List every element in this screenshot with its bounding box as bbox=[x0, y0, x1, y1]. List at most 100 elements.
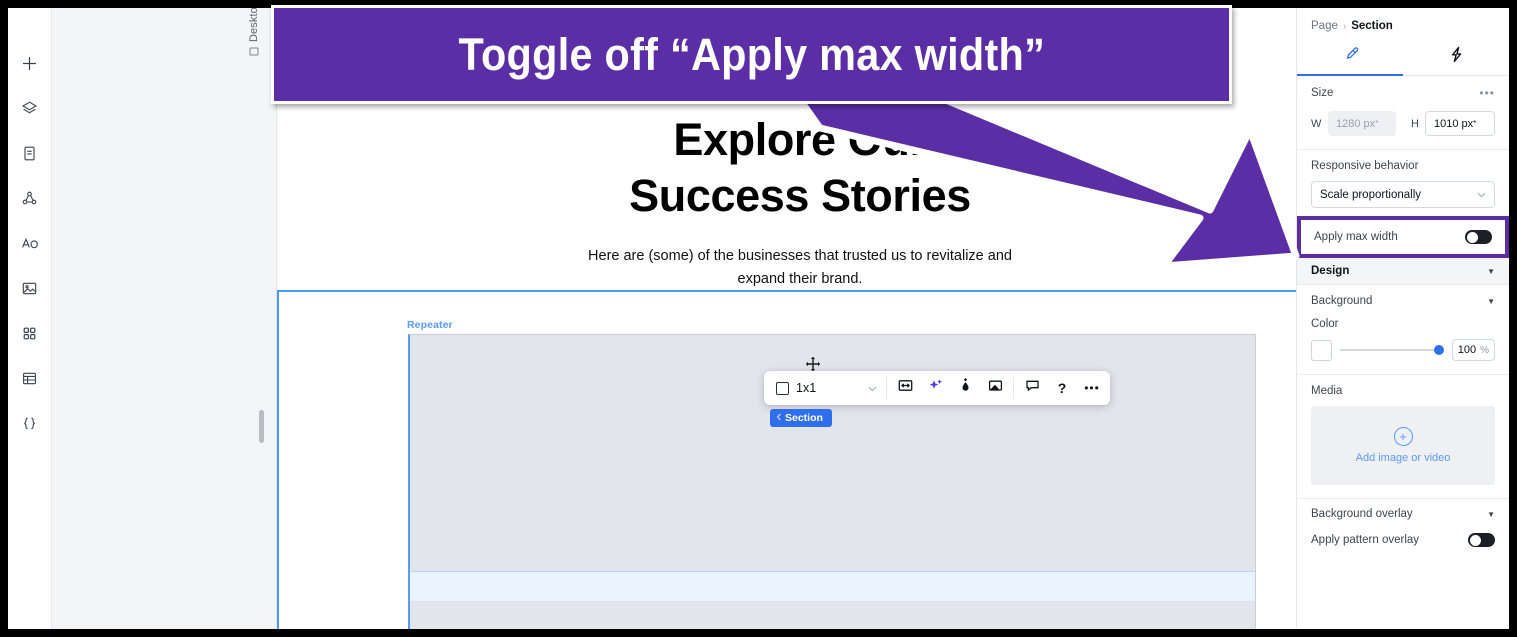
media-button[interactable] bbox=[15, 273, 45, 303]
apply-max-width-toggle[interactable] bbox=[1465, 230, 1492, 244]
help-button[interactable]: ? bbox=[1048, 374, 1076, 402]
paintbrush-icon bbox=[1341, 45, 1360, 69]
chevron-down-icon: ▼ bbox=[1487, 296, 1495, 306]
heading-line-2: Success Stories bbox=[629, 170, 971, 222]
layers-button[interactable] bbox=[15, 93, 45, 123]
section-breadcrumb-badge[interactable]: Section bbox=[770, 409, 832, 427]
color-controls-row: 100 % bbox=[1311, 339, 1495, 361]
add-elements-button[interactable] bbox=[15, 48, 45, 78]
color-label: Color bbox=[1311, 318, 1339, 330]
toolbar-actions-group bbox=[887, 374, 1013, 402]
panel-tabs bbox=[1297, 40, 1509, 76]
heading-line-1: Explore Our bbox=[673, 114, 927, 165]
design-section-header[interactable]: Design ▼ bbox=[1297, 258, 1509, 285]
tab-interactions[interactable] bbox=[1403, 40, 1509, 76]
breadcrumb-current: Section bbox=[1351, 20, 1393, 32]
comment-icon bbox=[1024, 377, 1041, 399]
element-floating-toolbar: 1x1 ? ••• bbox=[764, 371, 1110, 405]
slider-track bbox=[1340, 349, 1444, 351]
question-icon: ? bbox=[1057, 380, 1067, 396]
pattern-overlay-label: Apply pattern overlay bbox=[1311, 534, 1420, 546]
background-title: Background bbox=[1311, 295, 1373, 307]
stretch-width-button[interactable] bbox=[891, 374, 919, 402]
text-shapes-button[interactable] bbox=[15, 228, 45, 258]
background-header[interactable]: Background ▼ bbox=[1311, 295, 1495, 307]
opacity-input[interactable]: 100 % bbox=[1451, 339, 1495, 361]
ellipsis-icon: ••• bbox=[1084, 381, 1100, 395]
move-handle-icon[interactable] bbox=[805, 356, 821, 372]
slider-knob[interactable] bbox=[1433, 345, 1444, 355]
chevron-down-icon bbox=[1477, 190, 1486, 200]
toggle-knob bbox=[1469, 534, 1481, 546]
plus-icon bbox=[21, 55, 38, 72]
comment-button[interactable] bbox=[1018, 374, 1046, 402]
opacity-slider[interactable] bbox=[1340, 343, 1444, 357]
chevron-left-icon bbox=[776, 412, 782, 424]
code-braces-icon bbox=[21, 415, 38, 432]
pattern-overlay-row[interactable]: Apply pattern overlay bbox=[1297, 529, 1509, 556]
breadcrumb-parent[interactable]: Page bbox=[1311, 20, 1338, 32]
add-media-dropzone[interactable]: + Add image or video bbox=[1311, 406, 1495, 485]
pattern-overlay-toggle[interactable] bbox=[1468, 533, 1495, 547]
tables-button[interactable] bbox=[15, 363, 45, 393]
tab-design[interactable] bbox=[1297, 40, 1403, 76]
device-viewport-label: Desktop (Primary) bbox=[248, 8, 260, 56]
aspect-ratio-label: 1x1 bbox=[796, 381, 817, 395]
height-label: H bbox=[1411, 117, 1419, 130]
page-heading: Explore Our Success Stories bbox=[277, 112, 1323, 225]
section-badge-label: Section bbox=[785, 412, 823, 424]
opacity-value: 100 bbox=[1457, 344, 1477, 356]
background-section: Background ▼ Color 100 % bbox=[1297, 285, 1509, 375]
background-overlay-row[interactable]: Background overlay ▼ bbox=[1297, 499, 1509, 529]
chevron-down-icon: ▼ bbox=[1487, 266, 1495, 276]
more-options-button[interactable]: ••• bbox=[1078, 374, 1106, 402]
aspect-ratio-dropdown[interactable]: 1x1 bbox=[764, 371, 886, 405]
size-inputs-row: W 1280 px * H 1010 px * bbox=[1311, 111, 1495, 136]
layers-icon bbox=[21, 100, 38, 117]
instruction-callout: Toggle off “Apply max width” bbox=[271, 5, 1232, 104]
background-overlay-label: Background overlay bbox=[1311, 508, 1413, 520]
image-icon bbox=[21, 280, 38, 297]
repeater-item-gap bbox=[410, 571, 1255, 602]
size-section-header: Size ••• bbox=[1311, 86, 1495, 100]
responsive-behavior-label: Responsive behavior bbox=[1311, 160, 1419, 172]
size-section: Size ••• W 1280 px * H 1010 px * bbox=[1297, 76, 1509, 150]
pages-button[interactable] bbox=[15, 138, 45, 168]
toggle-knob bbox=[1466, 231, 1478, 243]
ai-assistant-button[interactable] bbox=[921, 374, 949, 402]
design-styles-button[interactable] bbox=[951, 374, 979, 402]
width-suffix: * bbox=[1375, 119, 1379, 128]
toolbar-help-group: ? ••• bbox=[1014, 374, 1110, 402]
height-value: 1010 px bbox=[1434, 117, 1474, 130]
connect-apps-button[interactable] bbox=[15, 183, 45, 213]
collapse-panel-button[interactable] bbox=[1296, 56, 1297, 90]
table-icon bbox=[21, 370, 38, 387]
background-button[interactable] bbox=[981, 374, 1009, 402]
responsive-behavior-select[interactable]: Scale proportionally bbox=[1311, 181, 1495, 208]
device-label-text: Desktop (Primary) bbox=[248, 8, 260, 42]
stage-resize-handle-left[interactable] bbox=[259, 410, 264, 443]
design-title: Design bbox=[1311, 265, 1350, 277]
text-shapes-icon bbox=[21, 235, 39, 252]
hero-paragraph: Here are (some) of the businesses that t… bbox=[588, 247, 1012, 288]
dev-mode-button[interactable] bbox=[15, 408, 45, 438]
height-input[interactable]: 1010 px * bbox=[1425, 111, 1495, 136]
sparkle-icon bbox=[927, 377, 944, 399]
width-value: 1280 px bbox=[1336, 117, 1376, 130]
apply-max-width-highlight: Apply max width bbox=[1297, 216, 1509, 258]
width-label: W bbox=[1311, 117, 1322, 130]
image-corner-icon bbox=[987, 377, 1004, 399]
width-input[interactable]: 1280 px * bbox=[1328, 111, 1396, 136]
media-section: Media + Add image or video bbox=[1297, 375, 1509, 499]
apply-max-width-row[interactable]: Apply max width bbox=[1304, 223, 1502, 251]
callout-text: Toggle off “Apply max width” bbox=[458, 28, 1045, 80]
size-title: Size bbox=[1311, 87, 1334, 99]
grid-apps-icon bbox=[21, 325, 38, 342]
responsive-behavior-value: Scale proportionally bbox=[1320, 188, 1422, 201]
color-swatch[interactable] bbox=[1311, 339, 1332, 361]
size-more-button[interactable]: ••• bbox=[1479, 86, 1495, 100]
ink-drop-icon bbox=[957, 377, 974, 399]
chevron-down-icon bbox=[868, 379, 877, 397]
apps-button[interactable] bbox=[15, 318, 45, 348]
inspector-panel: Page › Section Size ••• W 1280 px * H 10… bbox=[1296, 8, 1509, 629]
